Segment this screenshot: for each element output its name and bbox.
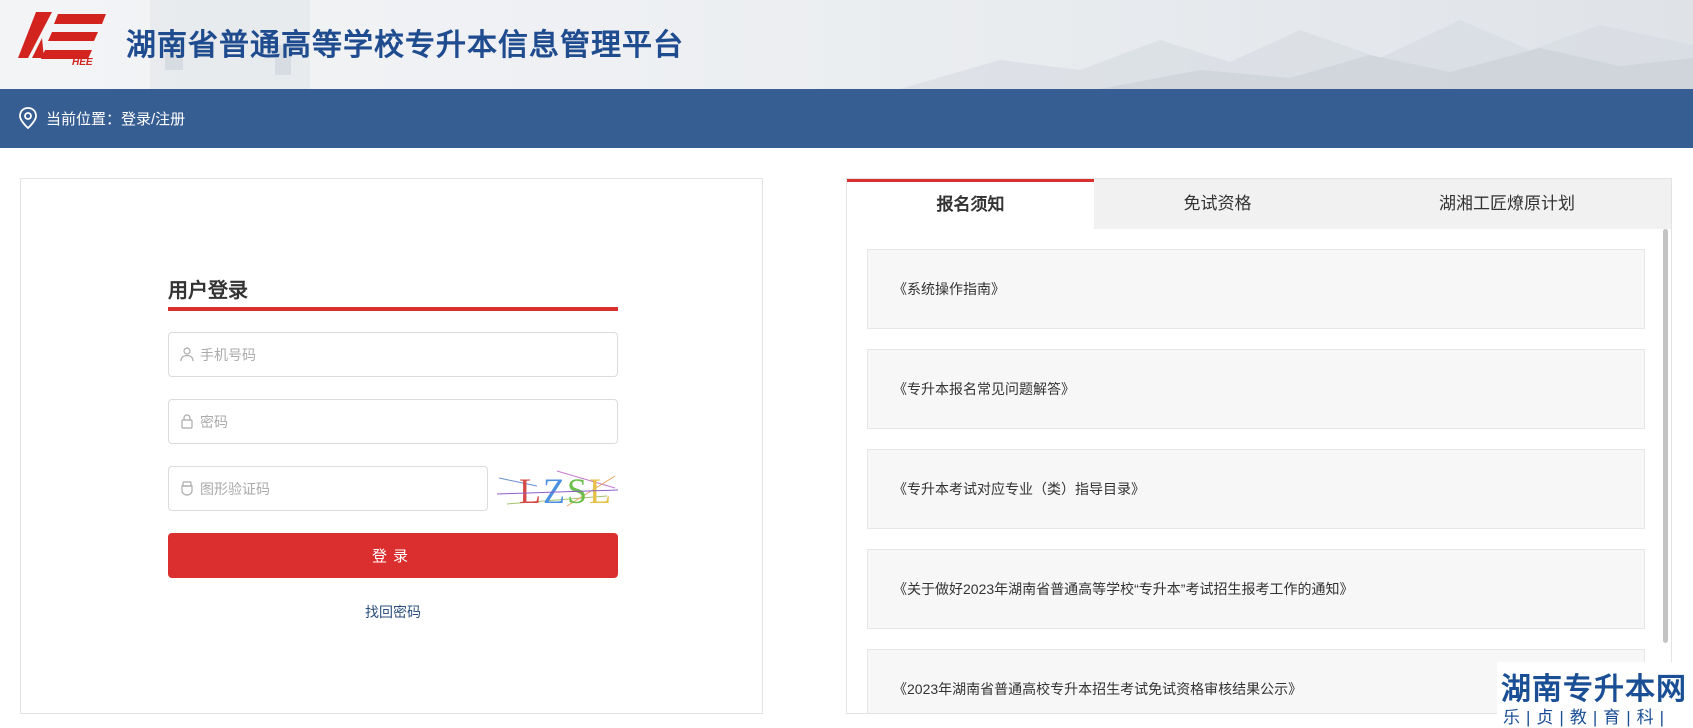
watermark-subtitle: 乐|贞|教|育|科|技 — [1503, 708, 1671, 727]
password-input[interactable] — [200, 400, 608, 443]
captcha-char: L — [519, 471, 541, 511]
hee-logo[interactable] — [18, 8, 108, 72]
shield-icon — [181, 481, 193, 496]
list-item[interactable]: 《关于做好2023年湖南省普通高等学校“专升本”考试招生报考工作的通知》 — [867, 549, 1645, 629]
forgot-password-link[interactable]: 找回密码 — [168, 602, 618, 622]
login-title-underline — [168, 307, 618, 311]
captcha-image[interactable]: L Z S L — [497, 466, 618, 511]
scrollbar[interactable] — [1663, 229, 1668, 643]
breadcrumb-text: 当前位置：登录/注册 — [46, 111, 186, 128]
captcha-input[interactable] — [200, 467, 478, 510]
list-item[interactable]: 《系统操作指南》 — [867, 249, 1645, 329]
site-title: 湖南省普通高等学校专升本信息管理平台 — [126, 29, 684, 62]
logo-text: HEE — [72, 57, 93, 68]
login-title: 用户登录 — [168, 280, 248, 302]
tab-registration-notice[interactable]: 报名须知 — [847, 179, 1094, 229]
captcha-field[interactable] — [168, 466, 488, 511]
notice-tabs: 报名须知 免试资格 湖湘工匠燎原计划 — [847, 179, 1671, 229]
phone-field[interactable] — [168, 332, 618, 377]
login-button[interactable]: 登录 — [168, 533, 618, 578]
tab-exemption-qualification[interactable]: 免试资格 — [1094, 179, 1341, 229]
watermark: 湖南专升本网 乐|贞|教|育|科|技 — [1497, 662, 1693, 728]
breadcrumb: 当前位置：登录/注册 — [0, 89, 1693, 148]
watermark-title: 湖南专升本网 — [1501, 673, 1687, 706]
tab-craftsman-plan[interactable]: 湖湘工匠燎原计划 — [1341, 179, 1671, 229]
site-header: HEE 湖南省普通高等学校专升本信息管理平台 — [0, 0, 1693, 89]
password-field[interactable] — [168, 399, 618, 444]
lock-icon — [181, 414, 193, 429]
phone-input[interactable] — [200, 333, 608, 376]
notice-panel: 报名须知 免试资格 湖湘工匠燎原计划 《系统操作指南》 《专升本报名常见问题解答… — [846, 178, 1672, 714]
list-item[interactable]: 《专升本报名常见问题解答》 — [867, 349, 1645, 429]
user-icon — [180, 347, 194, 362]
login-panel: 用户登录 L Z S L 登录 找回密码 — [20, 178, 763, 714]
captcha-char: Z — [543, 471, 565, 511]
location-pin-icon — [19, 107, 37, 129]
list-item[interactable]: 《专升本考试对应专业（类）指导目录》 — [867, 449, 1645, 529]
